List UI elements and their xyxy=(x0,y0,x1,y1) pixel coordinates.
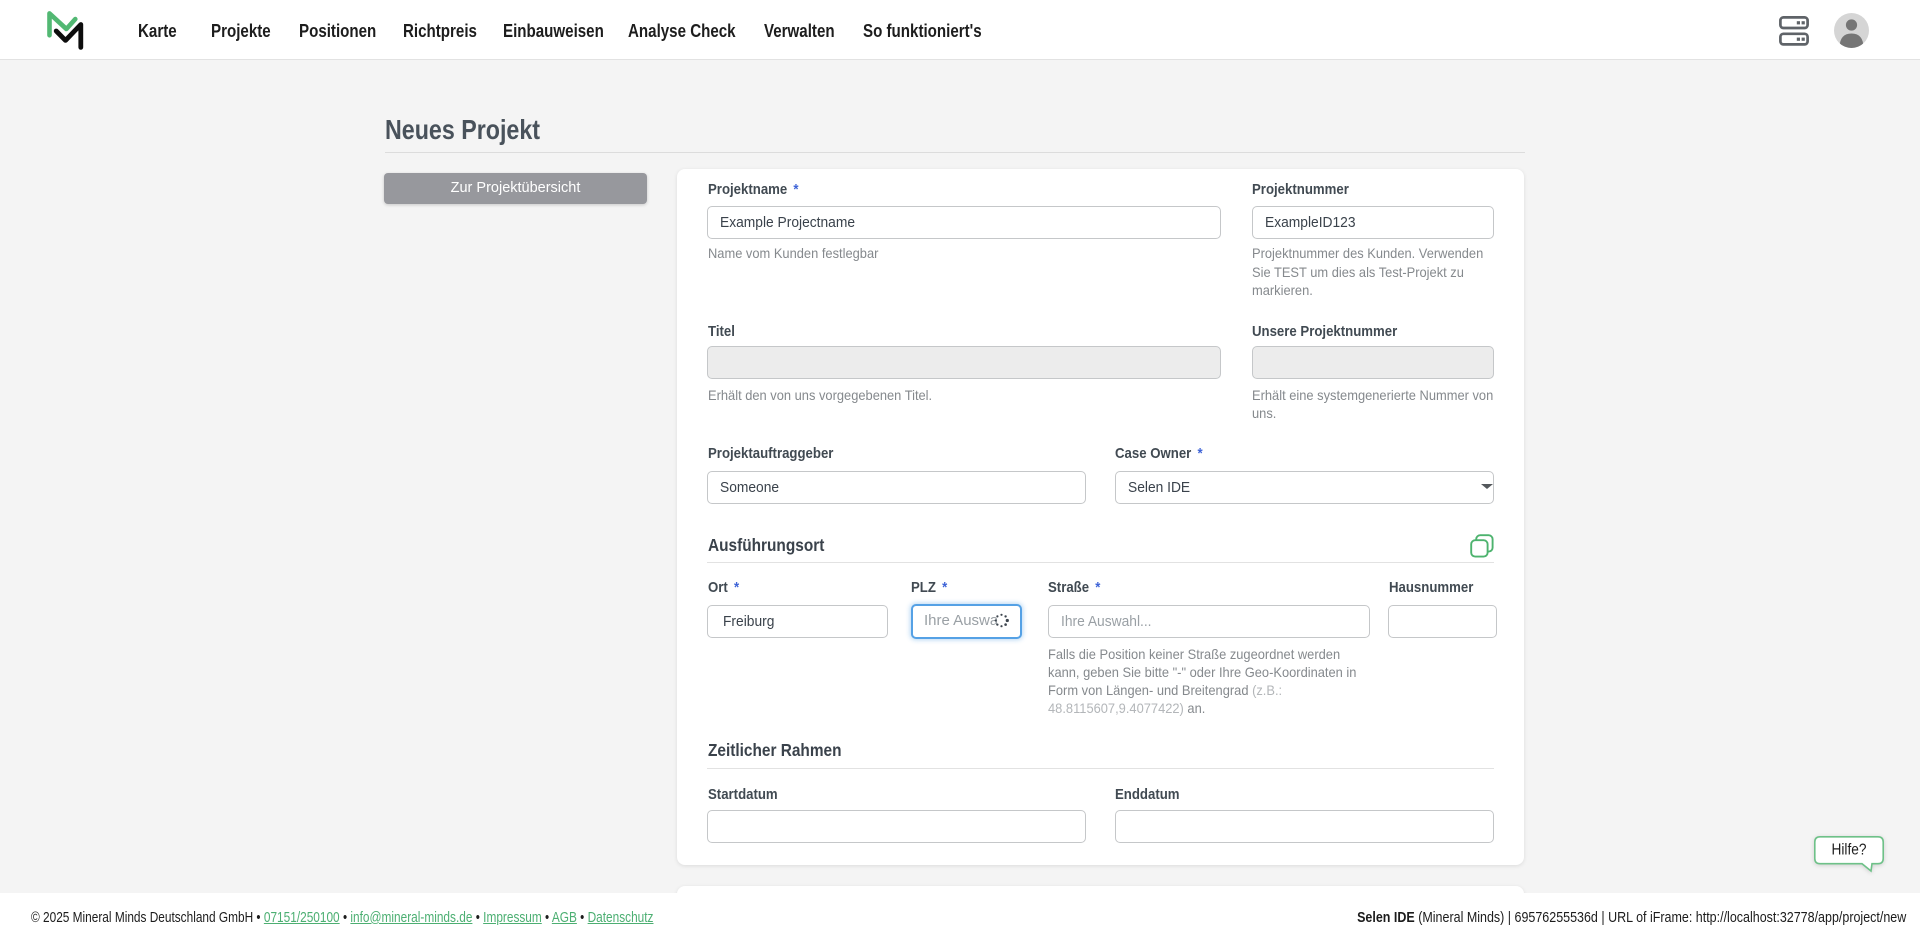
svg-text:Hilfe?: Hilfe? xyxy=(1832,841,1867,858)
